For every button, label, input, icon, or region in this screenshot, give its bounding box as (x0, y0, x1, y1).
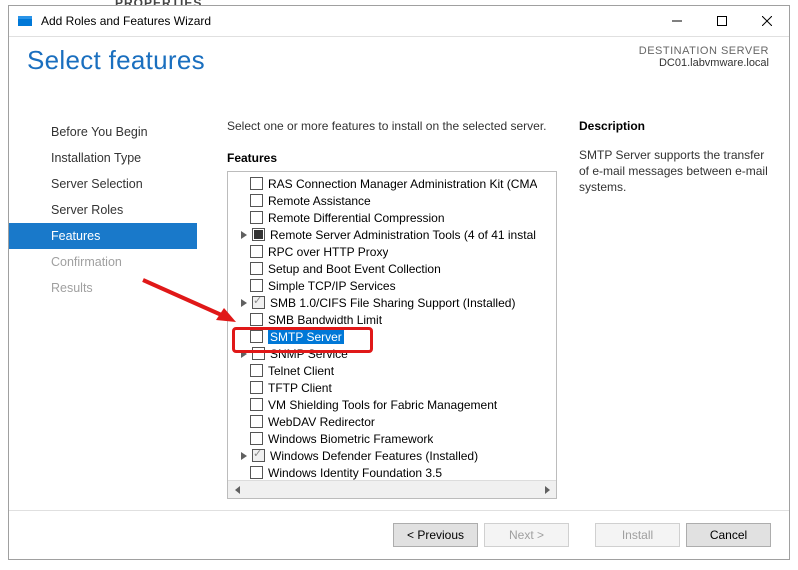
maximize-button[interactable] (699, 6, 744, 36)
feature-row[interactable]: Telnet Client (228, 362, 556, 379)
install-button[interactable]: Install (595, 523, 680, 547)
close-button[interactable] (744, 6, 789, 36)
destination-server: DESTINATION SERVER DC01.labvmware.local (639, 45, 769, 69)
feature-label: Windows Defender Features (Installed) (270, 449, 478, 463)
nav-item-confirmation: Confirmation (9, 249, 197, 275)
expander-icon[interactable] (238, 450, 250, 462)
feature-checkbox[interactable] (252, 296, 265, 309)
feature-label: SNMP Service (270, 347, 348, 361)
feature-checkbox[interactable] (250, 177, 263, 190)
nav-item-before-you-begin[interactable]: Before You Begin (9, 119, 197, 145)
expander-icon[interactable] (238, 348, 250, 360)
expander-icon[interactable] (238, 297, 250, 309)
feature-checkbox[interactable] (250, 381, 263, 394)
app-icon (17, 13, 33, 29)
wizard-window: Add Roles and Features Wizard Select fea… (8, 5, 790, 560)
feature-row[interactable]: Remote Differential Compression (228, 209, 556, 226)
feature-row[interactable]: Remote Assistance (228, 192, 556, 209)
feature-row[interactable]: SMB 1.0/CIFS File Sharing Support (Insta… (228, 294, 556, 311)
feature-label: Remote Differential Compression (268, 211, 445, 225)
feature-row[interactable]: RPC over HTTP Proxy (228, 243, 556, 260)
feature-checkbox[interactable] (250, 432, 263, 445)
nav-item-server-roles[interactable]: Server Roles (9, 197, 197, 223)
feature-checkbox[interactable] (250, 194, 263, 207)
titlebar: Add Roles and Features Wizard (9, 6, 789, 37)
instruction-text: Select one or more features to install o… (227, 119, 557, 133)
feature-checkbox[interactable] (250, 211, 263, 224)
feature-checkbox[interactable] (252, 347, 265, 360)
wizard-nav: Before You BeginInstallation TypeServer … (9, 104, 197, 509)
feature-label: SMB Bandwidth Limit (268, 313, 382, 327)
feature-label: Remote Assistance (268, 194, 371, 208)
feature-label: SMB 1.0/CIFS File Sharing Support (Insta… (270, 296, 515, 310)
feature-checkbox[interactable] (252, 449, 265, 462)
feature-label: Simple TCP/IP Services (268, 279, 396, 293)
main-area: Select one or more features to install o… (197, 104, 789, 509)
feature-label: WebDAV Redirector (268, 415, 375, 429)
next-button[interactable]: Next > (484, 523, 569, 547)
description-heading: Description (579, 119, 769, 133)
feature-row[interactable]: Windows Defender Features (Installed) (228, 447, 556, 464)
feature-row[interactable]: Windows Biometric Framework (228, 430, 556, 447)
cancel-button[interactable]: Cancel (686, 523, 771, 547)
feature-checkbox[interactable] (250, 262, 263, 275)
feature-checkbox[interactable] (250, 415, 263, 428)
heading-row: Select features DESTINATION SERVER DC01.… (9, 37, 789, 105)
destination-label: DESTINATION SERVER (639, 45, 769, 57)
description-column: Description SMTP Server supports the tra… (557, 119, 769, 509)
feature-label: Setup and Boot Event Collection (268, 262, 441, 276)
feature-row[interactable]: WebDAV Redirector (228, 413, 556, 430)
previous-button[interactable]: < Previous (393, 523, 478, 547)
window-title: Add Roles and Features Wizard (41, 14, 654, 28)
feature-checkbox[interactable] (250, 245, 263, 258)
feature-checkbox[interactable] (250, 330, 263, 343)
feature-checkbox[interactable] (250, 364, 263, 377)
scroll-right-icon[interactable] (539, 482, 554, 497)
feature-row[interactable]: Windows Identity Foundation 3.5 (228, 464, 556, 480)
feature-row[interactable]: TFTP Client (228, 379, 556, 396)
feature-label: Windows Biometric Framework (268, 432, 433, 446)
features-list-container: RAS Connection Manager Administration Ki… (227, 171, 557, 499)
feature-row[interactable]: VM Shielding Tools for Fabric Management (228, 396, 556, 413)
feature-checkbox[interactable] (250, 279, 263, 292)
features-label: Features (227, 151, 557, 165)
feature-row[interactable]: SMTP Server (228, 328, 556, 345)
scroll-left-icon[interactable] (230, 482, 245, 497)
feature-row[interactable]: SMB Bandwidth Limit (228, 311, 556, 328)
feature-checkbox[interactable] (250, 398, 263, 411)
features-column: Select one or more features to install o… (227, 119, 557, 509)
feature-label: RAS Connection Manager Administration Ki… (268, 177, 537, 191)
nav-item-server-selection[interactable]: Server Selection (9, 171, 197, 197)
destination-value: DC01.labvmware.local (639, 57, 769, 69)
feature-label: Telnet Client (268, 364, 334, 378)
page-title: Select features (27, 45, 205, 76)
feature-row[interactable]: RAS Connection Manager Administration Ki… (228, 175, 556, 192)
window-controls (654, 6, 789, 36)
feature-row[interactable]: Remote Server Administration Tools (4 of… (228, 226, 556, 243)
description-text: SMTP Server supports the transfer of e-m… (579, 147, 769, 196)
feature-checkbox[interactable] (252, 228, 265, 241)
feature-label: Windows Identity Foundation 3.5 (268, 466, 442, 480)
features-list[interactable]: RAS Connection Manager Administration Ki… (228, 172, 556, 480)
feature-label: SMTP Server (268, 330, 344, 344)
nav-item-results: Results (9, 275, 197, 301)
feature-row[interactable]: Setup and Boot Event Collection (228, 260, 556, 277)
feature-label: RPC over HTTP Proxy (268, 245, 388, 259)
feature-checkbox[interactable] (250, 466, 263, 479)
nav-item-features[interactable]: Features (9, 223, 197, 249)
feature-checkbox[interactable] (250, 313, 263, 326)
body: Before You BeginInstallation TypeServer … (9, 104, 789, 509)
nav-item-installation-type[interactable]: Installation Type (9, 145, 197, 171)
expander-icon[interactable] (238, 229, 250, 241)
feature-label: Remote Server Administration Tools (4 of… (270, 228, 536, 242)
feature-label: TFTP Client (268, 381, 332, 395)
feature-label: VM Shielding Tools for Fabric Management (268, 398, 497, 412)
feature-row[interactable]: SNMP Service (228, 345, 556, 362)
footer: < Previous Next > Install Cancel (9, 510, 789, 559)
feature-row[interactable]: Simple TCP/IP Services (228, 277, 556, 294)
horizontal-scrollbar[interactable] (228, 480, 556, 498)
minimize-button[interactable] (654, 6, 699, 36)
